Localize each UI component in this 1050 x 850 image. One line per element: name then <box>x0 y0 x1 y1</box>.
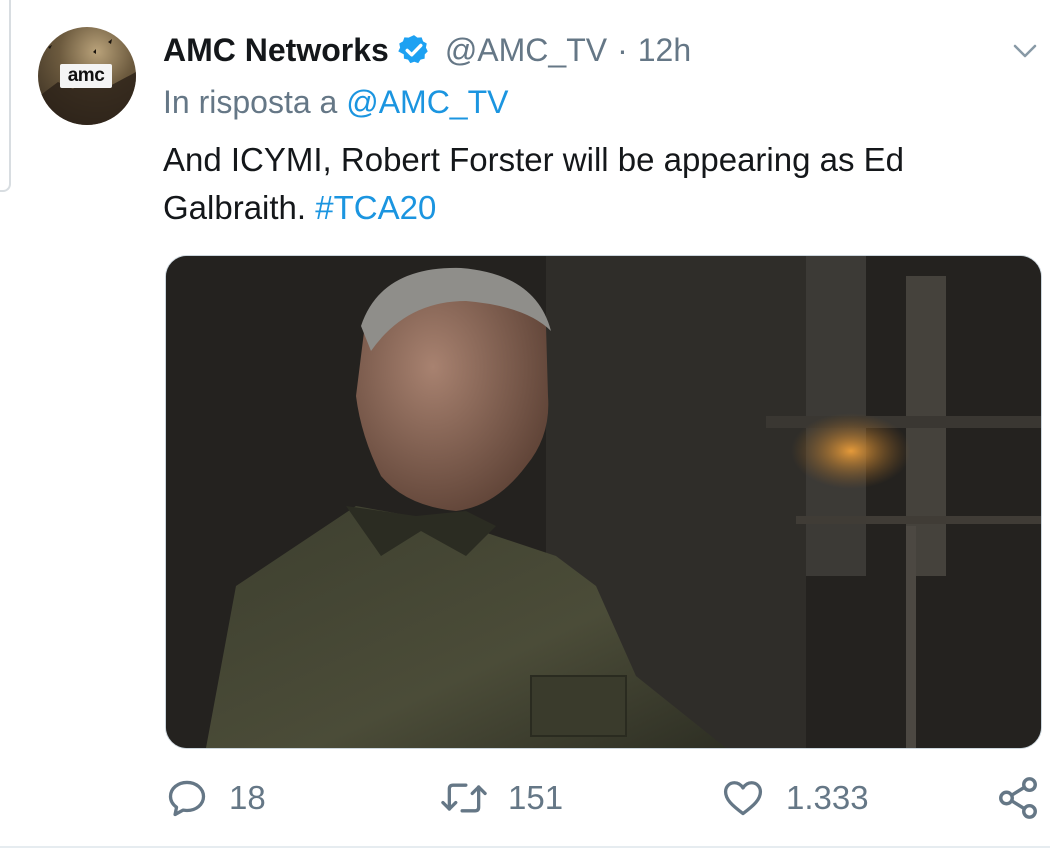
tweet-header: AMC Networks @AMC_TV · 12h <box>163 30 691 70</box>
like-action[interactable]: 1.333 <box>720 770 869 826</box>
like-count: 1.333 <box>786 779 869 816</box>
retweet-count: 151 <box>508 779 564 816</box>
author-name[interactable]: AMC Networks <box>163 32 389 69</box>
tweet-card[interactable]: amc AMC Networks @AMC_TV · 12h In rispos… <box>0 0 1050 850</box>
avatar[interactable]: amc <box>38 27 136 125</box>
tweet-actions: 18 151 1.333 <box>0 770 1050 830</box>
chevron-down-icon[interactable] <box>1010 36 1040 66</box>
photo-scene <box>166 256 1041 748</box>
share-action[interactable] <box>995 770 1041 826</box>
hashtag-link[interactable]: #TCA20 <box>315 189 436 226</box>
tweet-divider <box>0 846 1050 848</box>
reply-mention-link[interactable]: @AMC_TV <box>346 84 508 120</box>
share-icon <box>999 777 1037 819</box>
reply-context: In risposta a @AMC_TV <box>163 84 508 121</box>
header-separator: · <box>617 31 628 68</box>
verified-badge-icon <box>398 35 428 64</box>
reply-bubble-icon <box>168 780 206 817</box>
reply-count: 18 <box>229 779 266 816</box>
retweet-action[interactable]: 151 <box>440 770 563 826</box>
author-handle[interactable]: @AMC_TV <box>445 32 607 69</box>
reply-prefix: In risposta a <box>163 84 338 120</box>
tweet-body: And ICYMI, Robert Forster will be appear… <box>163 141 905 226</box>
retweet-icon <box>441 783 487 813</box>
thread-connector-line <box>0 0 11 192</box>
tweet-photo[interactable] <box>165 255 1042 749</box>
tweet-text: And ICYMI, Robert Forster will be appear… <box>163 136 1023 232</box>
heart-icon <box>723 781 763 816</box>
tweet-timestamp[interactable]: 12h <box>638 32 691 69</box>
amc-logo: amc <box>60 64 112 88</box>
reply-action[interactable]: 18 <box>165 770 266 826</box>
